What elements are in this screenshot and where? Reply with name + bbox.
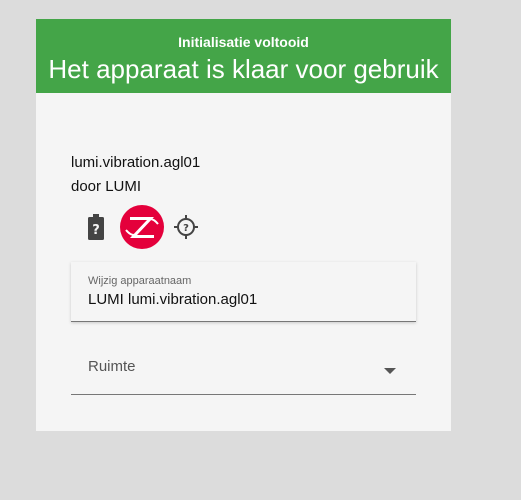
page: Initialisatie voltooid Het apparaat is k… — [0, 0, 521, 500]
header-subtitle: Initialisatie voltooid — [178, 34, 309, 50]
svg-text:?: ? — [183, 223, 189, 234]
dropdown-arrow-icon[interactable] — [384, 363, 396, 374]
header-title: Het apparaat is klaar voor gebruik — [48, 54, 439, 84]
device-setup-dialog: Initialisatie voltooid Het apparaat is k… — [36, 19, 451, 431]
device-manufacturer: door LUMI — [71, 178, 142, 195]
zigbee-icon — [120, 205, 164, 249]
device-name-field[interactable]: Wijzig apparaatnaam LUMI lumi.vibration.… — [71, 262, 416, 322]
dialog-header: Initialisatie voltooid Het apparaat is k… — [36, 19, 451, 93]
svg-text:?: ? — [92, 223, 100, 238]
room-select[interactable]: Ruimte — [71, 339, 416, 395]
device-name-label: Wijzig apparaatnaam — [88, 275, 192, 287]
device-model: lumi.vibration.agl01 — [71, 154, 201, 171]
lqi-unknown-icon: ? — [174, 215, 198, 239]
room-select-label: Ruimte — [88, 358, 136, 375]
device-name-input[interactable]: LUMI lumi.vibration.agl01 — [88, 290, 257, 310]
battery-unknown-icon: ? — [88, 214, 104, 240]
device-status-icons: ? ? — [84, 205, 284, 249]
